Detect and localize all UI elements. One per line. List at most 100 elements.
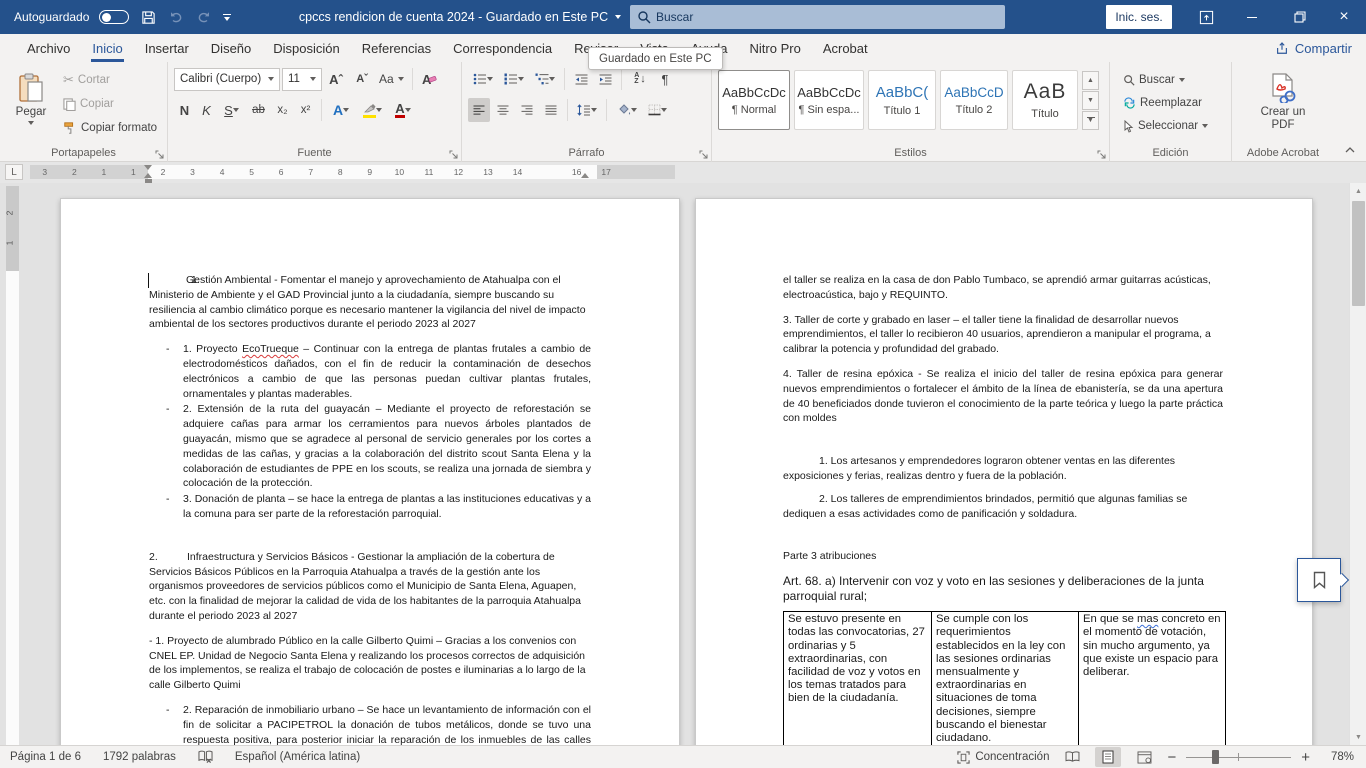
page-number-indicator[interactable]: Página 1 de 6	[10, 751, 81, 763]
borders-button[interactable]	[643, 98, 672, 122]
zoom-in-button[interactable]: +	[1301, 749, 1310, 766]
superscript-button[interactable]: x²	[295, 98, 316, 122]
table-cell[interactable]: En que se mas concreto en el momento de …	[1079, 612, 1226, 745]
close-button[interactable]: ×	[1322, 0, 1366, 34]
web-layout-button[interactable]	[1131, 747, 1157, 767]
shading-button[interactable]	[612, 98, 641, 122]
right-indent-marker[interactable]	[581, 173, 589, 178]
language-indicator[interactable]: Español (América latina)	[235, 751, 360, 763]
change-case-button[interactable]: Aa	[376, 67, 407, 91]
hanging-indent-marker[interactable]	[144, 173, 152, 178]
search-box[interactable]: Buscar	[630, 5, 1005, 29]
create-pdf-button[interactable]: Crear un PDF	[1254, 66, 1312, 132]
styles-scroll-up-button[interactable]: ▲	[1082, 71, 1099, 90]
sign-in-button[interactable]: Inic. ses.	[1106, 5, 1172, 29]
select-button[interactable]: Seleccionar	[1120, 114, 1211, 138]
focus-mode-button[interactable]: Concentración	[957, 751, 1049, 764]
font-name-combo[interactable]: Calibri (Cuerpo)	[174, 68, 280, 91]
tab-nitro-pro[interactable]: Nitro Pro	[739, 34, 812, 62]
style-heading-1[interactable]: AaBbC( Título 1	[868, 70, 936, 130]
shrink-font-button[interactable]: Aˇ	[350, 67, 374, 91]
show-formatting-marks-button[interactable]: ¶	[655, 67, 675, 91]
tab-archivo[interactable]: Archivo	[16, 34, 81, 62]
minimize-button[interactable]	[1230, 0, 1274, 34]
restore-button[interactable]	[1278, 0, 1322, 34]
copy-button[interactable]: Copiar	[60, 92, 117, 116]
styles-dialog-launcher-icon[interactable]	[1097, 150, 1106, 159]
table-cell[interactable]: Se estuvo presente en todas las convocat…	[784, 612, 932, 745]
horizontal-ruler[interactable]: 32112345678910111213141617	[30, 165, 675, 179]
sort-button[interactable]: AZ ↓	[627, 67, 653, 91]
text-effects-button[interactable]: A	[327, 98, 355, 122]
styles-scroll-down-button[interactable]: ▼	[1082, 91, 1099, 110]
tab-stop-selector[interactable]: L	[5, 164, 23, 180]
resume-reading-bookmark[interactable]	[1297, 558, 1341, 602]
word-count-indicator[interactable]: 1792 palabras	[103, 751, 176, 763]
ribbon-display-options-button[interactable]	[1184, 0, 1228, 34]
strikethrough-button[interactable]: ab	[247, 98, 270, 122]
autosave-toggle[interactable]	[99, 10, 129, 24]
page-2[interactable]: el taller se realiza en la casa de don P…	[695, 198, 1313, 745]
zoom-out-button[interactable]: −	[1167, 749, 1176, 766]
align-center-button[interactable]	[492, 98, 514, 122]
scrollbar-thumb[interactable]	[1352, 201, 1365, 306]
document-title-area[interactable]: cpccs rendicion de cuenta 2024 - Guardad…	[290, 0, 630, 34]
underline-button[interactable]: S	[218, 98, 245, 122]
page-1[interactable]: 1.Gestión Ambiental - Fomentar el manejo…	[60, 198, 680, 745]
line-spacing-button[interactable]	[573, 98, 601, 122]
justify-button[interactable]	[540, 98, 562, 122]
vertical-ruler[interactable]: 2 1	[6, 186, 19, 745]
vertical-scrollbar[interactable]: ▲ ▼	[1349, 183, 1366, 745]
style-normal[interactable]: AaBbCcDc ¶ Normal	[718, 70, 790, 130]
read-mode-button[interactable]	[1059, 747, 1085, 767]
paste-button[interactable]: Pegar	[8, 66, 54, 142]
text-highlight-button[interactable]	[357, 98, 387, 122]
align-right-button[interactable]	[516, 98, 538, 122]
bold-button[interactable]: N	[174, 98, 195, 122]
style-title[interactable]: AaB Título	[1012, 70, 1078, 130]
increase-indent-button[interactable]	[594, 67, 616, 91]
font-size-combo[interactable]: 11	[282, 68, 322, 91]
clipboard-dialog-launcher-icon[interactable]	[155, 150, 164, 159]
tab-insertar[interactable]: Insertar	[134, 34, 200, 62]
scroll-up-arrow[interactable]: ▲	[1350, 183, 1366, 199]
zoom-slider[interactable]	[1186, 747, 1291, 767]
tab-referencias[interactable]: Referencias	[351, 34, 442, 62]
styles-gallery-more-button[interactable]: ▼	[1082, 111, 1099, 130]
align-left-button[interactable]	[468, 98, 490, 122]
decrease-indent-button[interactable]	[570, 67, 592, 91]
tab-inicio[interactable]: Inicio	[81, 34, 133, 62]
italic-button[interactable]: K	[197, 98, 216, 122]
zoom-level-indicator[interactable]: 78%	[1320, 751, 1354, 763]
tab-acrobat[interactable]: Acrobat	[812, 34, 879, 62]
tab-correspondencia[interactable]: Correspondencia	[442, 34, 563, 62]
paragraph-dialog-launcher-icon[interactable]	[699, 150, 708, 159]
table-cell[interactable]: Se cumple con los requerimientos estable…	[932, 612, 1079, 745]
multilevel-list-button[interactable]	[530, 67, 559, 91]
proofing-errors-icon[interactable]	[198, 750, 213, 764]
collapse-ribbon-icon[interactable]	[1344, 146, 1356, 154]
tab-diseno[interactable]: Diseño	[200, 34, 262, 62]
save-icon[interactable]	[139, 8, 157, 26]
bullets-button[interactable]	[468, 67, 497, 91]
clear-formatting-button[interactable]: A	[418, 67, 442, 91]
style-heading-2[interactable]: AaBbCcD Título 2	[940, 70, 1008, 130]
font-color-button[interactable]: A	[389, 98, 417, 122]
left-indent-marker[interactable]	[145, 179, 152, 183]
find-button[interactable]: Buscar	[1120, 68, 1188, 92]
scroll-down-arrow[interactable]: ▼	[1350, 729, 1366, 745]
customize-quick-access-toolbar-icon[interactable]	[223, 14, 231, 21]
style-no-spacing[interactable]: AaBbCcDc ¶ Sin espa...	[794, 70, 864, 130]
numbering-button[interactable]	[499, 67, 528, 91]
grow-font-button[interactable]: Aˆ	[324, 67, 348, 91]
tab-disposicion[interactable]: Disposición	[262, 34, 350, 62]
zoom-slider-thumb[interactable]	[1212, 750, 1219, 764]
first-line-indent-marker[interactable]	[144, 165, 152, 170]
cut-button[interactable]: ✂ Cortar	[60, 68, 113, 92]
subscript-button[interactable]: x₂	[272, 98, 293, 122]
font-dialog-launcher-icon[interactable]	[449, 150, 458, 159]
share-button[interactable]: Compartir	[1275, 34, 1352, 62]
replace-button[interactable]: Reemplazar	[1120, 91, 1205, 115]
print-layout-button[interactable]	[1095, 747, 1121, 767]
format-painter-button[interactable]: Copiar formato	[60, 116, 160, 140]
